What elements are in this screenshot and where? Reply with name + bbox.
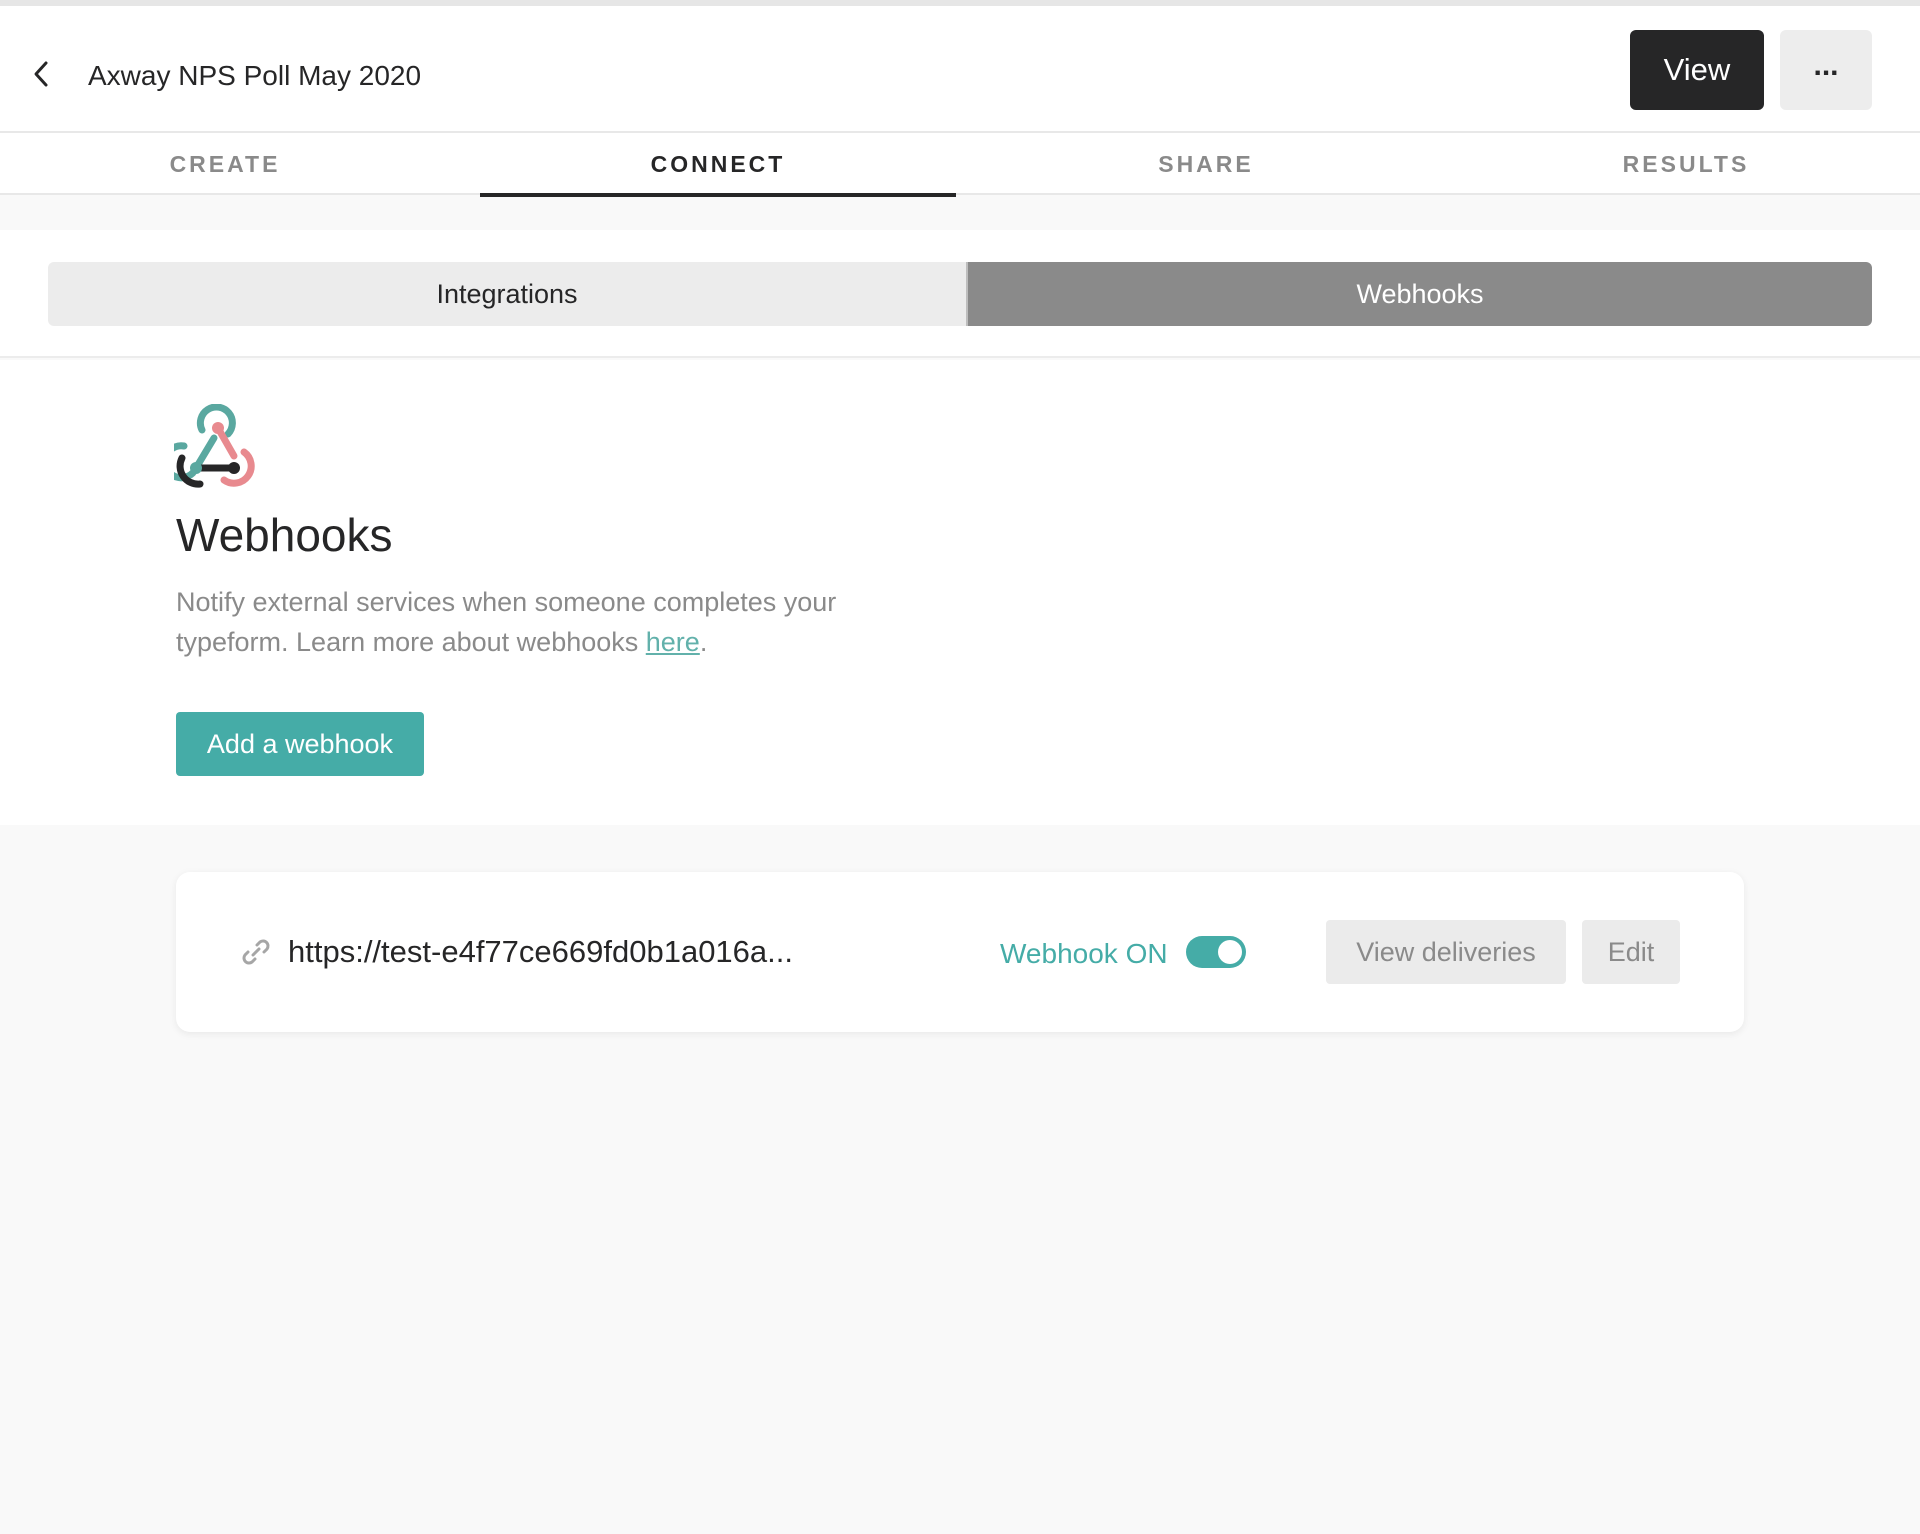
- tab-create[interactable]: CREATE: [0, 133, 450, 195]
- connect-subnav: Integrations Webhooks: [48, 262, 1872, 326]
- edit-button[interactable]: Edit: [1582, 920, 1680, 984]
- subnav-integrations[interactable]: Integrations: [48, 262, 968, 326]
- description-text: Notify external services when someone co…: [176, 587, 837, 657]
- webhook-url: https://test-e4f77ce669fd0b1a016a...: [288, 934, 793, 969]
- toggle-knob: [1218, 940, 1242, 964]
- tab-results[interactable]: RESULTS: [1460, 133, 1912, 195]
- connect-subnav-container: Integrations Webhooks: [0, 230, 1920, 358]
- back-button[interactable]: [26, 54, 56, 94]
- header-bar: Axway NPS Poll May 2020 View ...: [0, 6, 1920, 133]
- tab-connect[interactable]: CONNECT: [480, 133, 956, 197]
- chevron-left-icon: [34, 61, 48, 87]
- view-deliveries-button[interactable]: View deliveries: [1326, 920, 1566, 984]
- webhooks-intro: Webhooks Notify external services when s…: [0, 360, 1920, 825]
- subnav-webhooks[interactable]: Webhooks: [968, 262, 1872, 326]
- link-icon: [242, 939, 270, 965]
- description-suffix: .: [699, 627, 708, 657]
- section-title: Webhooks: [176, 509, 393, 561]
- webhook-toggle[interactable]: [1186, 936, 1246, 968]
- main-tabs: CREATE CONNECT SHARE RESULTS: [0, 133, 1920, 197]
- form-title: Axway NPS Poll May 2020: [88, 60, 422, 91]
- webhook-card: https://test-e4f77ce669fd0b1a016a... Web…: [176, 872, 1744, 1032]
- learn-more-link[interactable]: here: [646, 627, 700, 657]
- tab-share[interactable]: SHARE: [1000, 133, 1412, 195]
- more-options-button[interactable]: ...: [1780, 30, 1872, 110]
- webhook-status-label: Webhook ON: [1000, 938, 1168, 969]
- webhooks-description: Notify external services when someone co…: [176, 582, 936, 662]
- add-webhook-button[interactable]: Add a webhook: [176, 712, 424, 776]
- view-button[interactable]: View: [1630, 30, 1764, 110]
- webhooks-logo-icon: [174, 404, 255, 488]
